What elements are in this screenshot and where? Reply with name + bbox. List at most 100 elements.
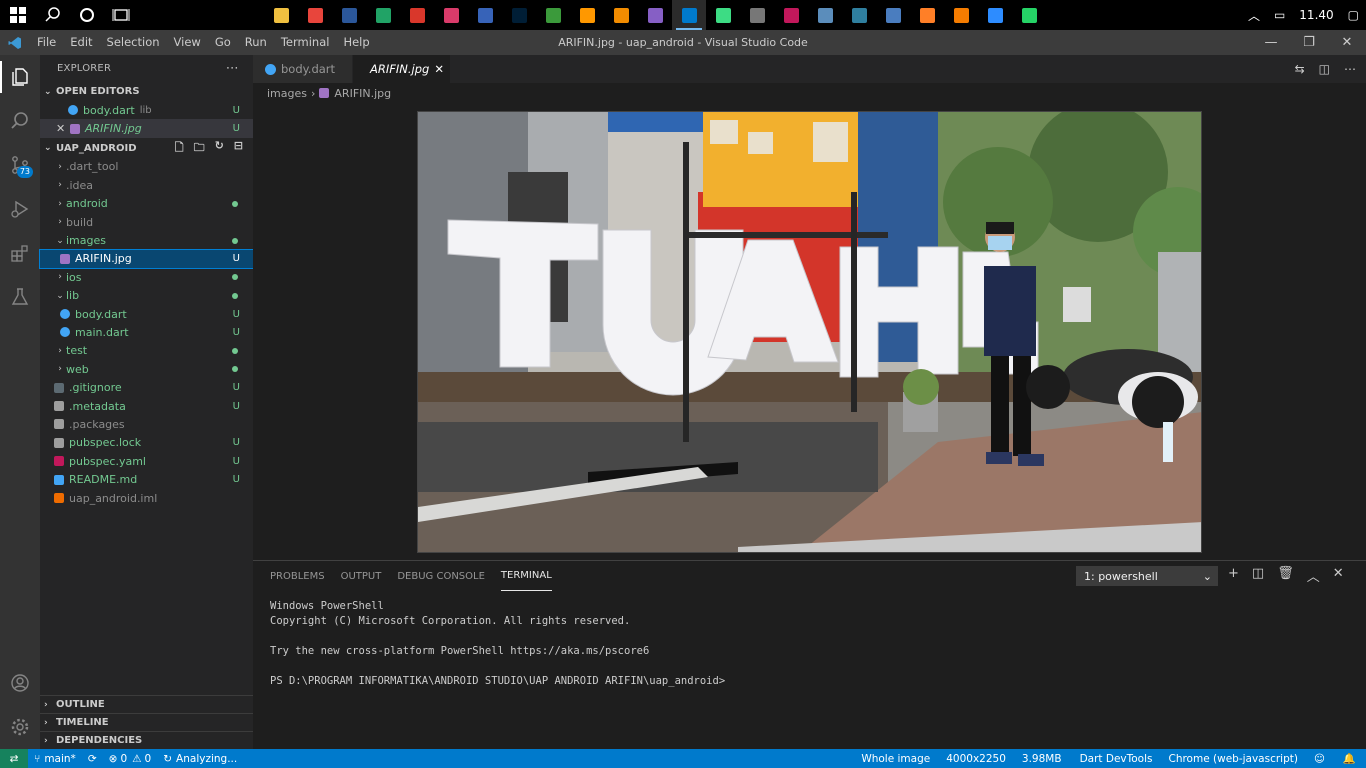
taskbar-app-app-amber[interactable] <box>944 0 978 30</box>
taskbar-app-photoshop[interactable] <box>502 0 536 30</box>
open-changes-icon[interactable]: ⇆ <box>1295 62 1305 76</box>
minimize-button[interactable]: — <box>1252 30 1290 55</box>
open-editor-arifin-jpg[interactable]: ✕ ARIFIN.jpg U <box>40 119 253 138</box>
folder-ios[interactable]: › ios <box>40 268 253 286</box>
taskbar-app-app-blue[interactable] <box>468 0 502 30</box>
maximize-button[interactable]: ❐ <box>1290 30 1328 55</box>
menu-edit[interactable]: Edit <box>63 30 99 55</box>
close-panel-icon[interactable]: ✕ <box>1333 566 1344 585</box>
git-branch[interactable]: ⑂ main* <box>28 749 82 768</box>
taskbar-app-chrome[interactable] <box>298 0 332 30</box>
taskbar-app-app-orange[interactable] <box>910 0 944 30</box>
analysis-status[interactable]: ↻ Analyzing... <box>157 749 243 768</box>
taskbar-app-app-teal[interactable] <box>842 0 876 30</box>
taskbar-app-vscode[interactable] <box>672 0 706 30</box>
image-preview[interactable] <box>417 111 1202 553</box>
folder-dart-tool[interactable]: › .dart_tool <box>40 158 253 176</box>
image-size[interactable]: 3.98MB <box>1012 749 1072 768</box>
problems-indicator[interactable]: ⊗ 0 ⚠ 0 <box>103 749 158 768</box>
folder-idea[interactable]: › .idea <box>40 176 253 194</box>
taskbar-app-zoom[interactable] <box>978 0 1012 30</box>
taskbar-app-android[interactable] <box>706 0 740 30</box>
file-arifin-jpg[interactable]: ARIFIN.jpg U <box>39 248 254 270</box>
trash-icon[interactable]: 🗑 <box>1277 566 1294 585</box>
tab-body-dart[interactable]: body.dart <box>253 55 353 83</box>
clock[interactable]: 11.40 <box>1299 8 1333 22</box>
taskbar-app-app-dark[interactable] <box>740 0 774 30</box>
folder-build[interactable]: › build <box>40 213 253 231</box>
menu-file[interactable]: File <box>30 30 63 55</box>
panel-tab-debug-console[interactable]: DEBUG CONSOLE <box>397 561 485 591</box>
close-tab-icon[interactable]: ✕ <box>434 62 444 76</box>
taskbar-app-virtualbox[interactable] <box>876 0 910 30</box>
image-dimensions[interactable]: 4000x2250 <box>940 749 1012 768</box>
folder-images[interactable]: ⌄ images <box>40 231 253 249</box>
notification-icon[interactable]: ▢ <box>1348 8 1359 22</box>
dependencies-section[interactable]: › DEPENDENCIES <box>40 731 253 749</box>
folder-android[interactable]: › android <box>40 195 253 213</box>
folder-web[interactable]: › web <box>40 360 253 378</box>
maximize-panel-icon[interactable]: ︿ <box>1307 566 1320 585</box>
windows-start-button[interactable] <box>0 0 36 30</box>
taskbar-app-file-explorer[interactable] <box>264 0 298 30</box>
split-editor-icon[interactable]: ◫ <box>1319 62 1330 76</box>
file-uap-android-iml[interactable]: uap_android.iml <box>40 489 253 507</box>
terminal-select[interactable]: 1: powershell ⌄ <box>1076 566 1218 586</box>
outline-section[interactable]: › OUTLINE <box>40 695 253 713</box>
search-activity-button[interactable] <box>0 99 40 143</box>
menu-run[interactable]: Run <box>238 30 274 55</box>
taskbar-app-sublime[interactable] <box>570 0 604 30</box>
timeline-section[interactable]: › TIMELINE <box>40 713 253 731</box>
dart-devtools[interactable]: Dart DevTools <box>1072 749 1161 768</box>
testing-activity-button[interactable] <box>0 275 40 319</box>
new-file-icon[interactable]: 🗋 <box>175 139 184 158</box>
new-terminal-icon[interactable]: + <box>1228 566 1239 585</box>
panel-tab-terminal[interactable]: TERMINAL <box>500 561 552 591</box>
taskbar-app-app-magenta[interactable] <box>774 0 808 30</box>
taskbar-app-word[interactable] <box>332 0 366 30</box>
tab-arifin-jpg[interactable]: ARIFIN.jpg ✕ <box>353 55 451 83</box>
split-terminal-icon[interactable]: ◫ <box>1252 566 1264 585</box>
file-readme-md[interactable]: README.md U <box>40 470 253 488</box>
sync-button[interactable]: ⟳ <box>82 749 103 768</box>
close-button[interactable]: ✕ <box>1328 30 1366 55</box>
breadcrumb-file[interactable]: ARIFIN.jpg <box>334 87 391 100</box>
taskbar-app-app-green[interactable] <box>536 0 570 30</box>
file-packages[interactable]: .packages <box>40 415 253 433</box>
folder-test[interactable]: › test <box>40 342 253 360</box>
file-gitignore[interactable]: .gitignore U <box>40 378 253 396</box>
file-main-dart[interactable]: main.dart U <box>40 323 253 341</box>
explorer-activity-button[interactable] <box>0 55 40 99</box>
taskbar-app-app-steel[interactable] <box>808 0 842 30</box>
menu-view[interactable]: View <box>167 30 208 55</box>
panel-tab-output[interactable]: OUTPUT <box>341 561 382 591</box>
refresh-icon[interactable]: ↻ <box>215 139 224 158</box>
task-view-button[interactable] <box>104 0 138 30</box>
panel-tab-problems[interactable]: PROBLEMS <box>270 561 325 591</box>
cortana-button[interactable] <box>70 0 104 30</box>
breadcrumb-folder[interactable]: images <box>267 87 307 100</box>
manage-activity-button[interactable] <box>0 705 40 749</box>
battery-icon[interactable]: ▭ <box>1274 8 1285 22</box>
file-body-dart[interactable]: body.dart U <box>40 305 253 323</box>
tray-chevron-up-icon[interactable]: ︿ <box>1248 7 1260 24</box>
file-pubspec-lock[interactable]: pubspec.lock U <box>40 434 253 452</box>
file-pubspec-yaml[interactable]: pubspec.yaml U <box>40 452 253 470</box>
taskbar-app-vlc[interactable] <box>604 0 638 30</box>
menu-help[interactable]: Help <box>336 30 376 55</box>
zoom-status[interactable]: Whole image <box>851 749 940 768</box>
terminal-output[interactable]: Windows PowerShell Copyright (C) Microsof… <box>270 599 725 689</box>
notifications-icon[interactable]: 🔔 <box>1333 749 1366 768</box>
folder-lib[interactable]: ⌄ lib <box>40 287 253 305</box>
taskbar-app-visual-studio[interactable] <box>638 0 672 30</box>
device-selector[interactable]: Chrome (web-javascript) <box>1160 749 1305 768</box>
feedback-icon[interactable]: ☺ <box>1306 749 1333 768</box>
open-editor-body-dart[interactable]: body.dart lib U <box>40 101 253 119</box>
close-editor-icon[interactable]: ✕ <box>56 122 68 135</box>
file-metadata[interactable]: .metadata U <box>40 397 253 415</box>
run-debug-activity-button[interactable] <box>0 187 40 231</box>
collapse-all-icon[interactable]: ⊟ <box>234 139 243 158</box>
new-folder-icon[interactable]: 🗀 <box>194 139 205 158</box>
taskbar-app-app-pink[interactable] <box>434 0 468 30</box>
more-actions-icon[interactable]: ⋯ <box>226 61 239 76</box>
